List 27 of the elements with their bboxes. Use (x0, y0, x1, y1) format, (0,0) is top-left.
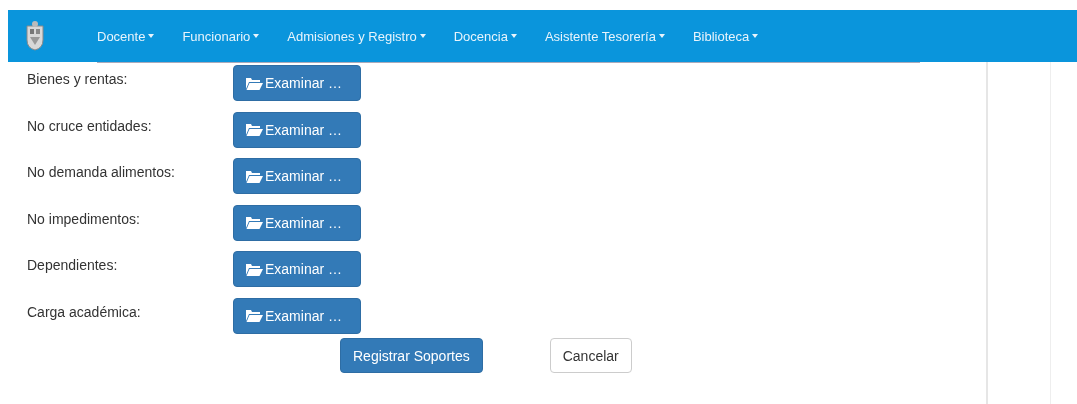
browse-button[interactable]: Examinar … (233, 204, 361, 241)
folder-icon (246, 169, 263, 183)
nav-menu[interactable]: Funcionario (182, 28, 260, 44)
field-label: No demanda alimentos: (26, 163, 176, 180)
folder-icon (246, 76, 263, 90)
field-label: No cruce entidades: (26, 116, 153, 134)
browse-button[interactable]: Examinar … (233, 65, 361, 101)
crest-icon (25, 20, 45, 52)
field-label: No impedimentos: (26, 209, 141, 227)
folder-icon (246, 309, 263, 322)
folder-icon (246, 123, 263, 136)
field-label: Dependientes: (26, 256, 119, 273)
nav-menu[interactable]: Asistente Tesorería (544, 28, 665, 44)
browse-button[interactable]: Examinar … (233, 111, 361, 148)
folder-icon (246, 262, 263, 276)
browse-button[interactable]: Examinar … (233, 158, 361, 194)
browse-button[interactable]: Examinar … (233, 297, 361, 334)
nav-menu[interactable]: Biblioteca (692, 28, 759, 44)
form-button[interactable]: Registrar Soportes (340, 338, 483, 373)
nav-menu[interactable]: Docente (97, 28, 155, 44)
nav-menu[interactable]: Docencia (453, 28, 517, 44)
nav-menu[interactable]: Admisiones y Registro (287, 28, 426, 44)
folder-icon (246, 216, 263, 229)
field-label: Bienes y rentas: (26, 70, 129, 87)
form-button[interactable]: Cancelar (549, 338, 632, 373)
field-label: Carga académica: (26, 302, 142, 320)
browse-button[interactable]: Examinar … (233, 251, 361, 287)
